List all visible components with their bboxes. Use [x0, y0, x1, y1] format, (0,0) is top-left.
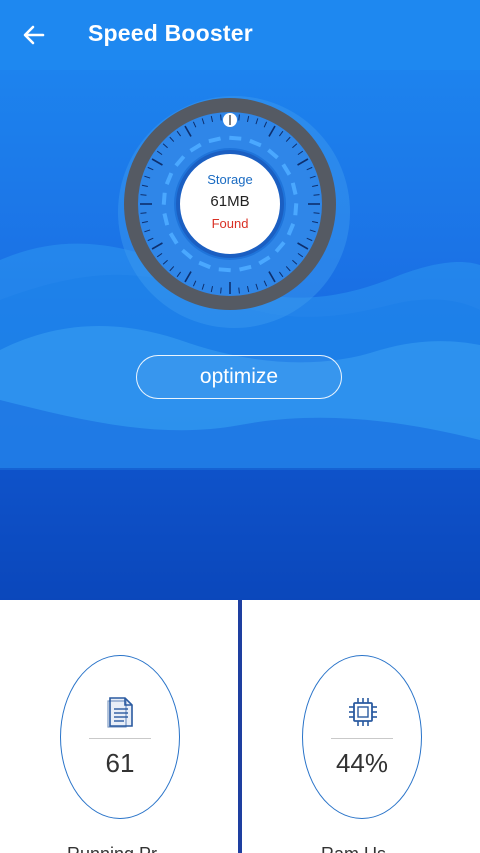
card-running-processes[interactable]: 61 Running Pr... — [0, 600, 238, 853]
app-bar: Speed Booster — [0, 0, 480, 70]
card-caption: Running Pr... — [0, 844, 238, 853]
hero-panel: Storage 61MB Found optimize — [0, 70, 480, 600]
storage-gauge: Storage 61MB Found — [116, 94, 352, 330]
gauge-tick — [140, 194, 147, 196]
card-oval: 44% — [302, 655, 422, 819]
page-title: Speed Booster — [88, 20, 253, 46]
cpu-chip-icon — [349, 698, 377, 726]
optimize-button[interactable]: optimize — [136, 355, 342, 399]
document-icon — [107, 697, 133, 728]
card-ram-usage[interactable]: 44% Ram Us... — [242, 600, 480, 853]
gauge-tick — [220, 114, 222, 121]
back-arrow-icon[interactable] — [20, 21, 48, 49]
ram-usage-value: 44% — [335, 748, 389, 778]
oval-divider — [331, 738, 393, 739]
gauge-tick — [140, 212, 147, 214]
gauge-tick — [238, 287, 240, 294]
gauge-tick — [313, 194, 320, 196]
gauge-tick — [313, 212, 320, 214]
running-processes-value: 61 — [105, 748, 135, 778]
gauge-tick — [238, 114, 240, 121]
stats-cards: 61 Running Pr... 44% Ram Us... — [0, 600, 480, 853]
card-oval: 61 — [60, 655, 180, 819]
card-caption: Ram Us... — [242, 844, 480, 853]
gauge-dial — [118, 96, 350, 328]
oval-divider — [89, 738, 151, 739]
gauge-tick — [220, 287, 222, 294]
